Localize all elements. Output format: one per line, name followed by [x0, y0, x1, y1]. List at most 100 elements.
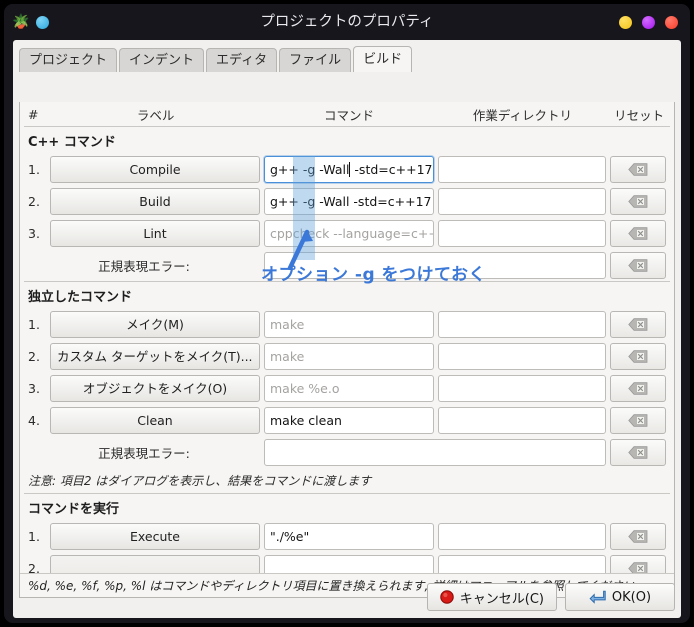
reset-button-make-object[interactable]: [610, 374, 666, 402]
backspace-icon: [628, 226, 648, 240]
command-input-lint[interactable]: cppcheck --language=c++: [264, 219, 434, 247]
table-row: 1. Compile g++ -g -Wall -std=c++17 -: [20, 153, 674, 185]
command-input-compile[interactable]: g++ -g -Wall -std=c++17 -: [264, 155, 434, 183]
directory-input-make-object[interactable]: [438, 374, 606, 402]
section-heading-cpp: C++ コマンド: [28, 135, 116, 150]
row-number: 4.: [28, 412, 40, 428]
row-number: 1.: [28, 316, 40, 332]
row-number: 2.: [28, 348, 40, 364]
column-header-reset: リセット: [614, 107, 665, 123]
reset-button-regex-cpp[interactable]: [610, 251, 666, 279]
maximize-button[interactable]: [642, 15, 655, 29]
row-number: 2.: [28, 193, 40, 209]
command-input-clean[interactable]: make clean: [264, 406, 434, 434]
backspace-icon: [628, 258, 648, 272]
column-header-number: #: [28, 106, 39, 122]
ok-button-label: OK(O): [611, 589, 652, 605]
stop-icon: [440, 590, 454, 604]
column-header-command: コマンド: [324, 107, 375, 123]
text-cursor: [349, 161, 351, 177]
titlebar: 🪴 プロジェクトのプロパティ: [4, 4, 690, 40]
reset-button-clean[interactable]: [610, 406, 666, 434]
enter-arrow-icon: [589, 590, 606, 604]
window-title: プロジェクトのプロパティ: [260, 14, 434, 30]
section-heading-execute: コマンドを実行: [28, 502, 120, 517]
label-button-clean[interactable]: Clean: [50, 406, 260, 434]
row-number: 1.: [28, 161, 40, 177]
regex-error-label-cpp: 正規表現エラー:: [98, 258, 190, 274]
column-header-directory: 作業ディレクトリ: [472, 107, 573, 123]
regex-error-label-independent: 正規表現エラー:: [98, 445, 190, 461]
tab-project[interactable]: プロジェクト: [19, 48, 118, 72]
backspace-icon: [628, 194, 648, 208]
tab-bar: プロジェクト インデント エディタ ファイル ビルド: [19, 46, 681, 72]
label-button-compile[interactable]: Compile: [50, 155, 260, 183]
backspace-icon: [628, 413, 648, 427]
label-button-build[interactable]: Build: [50, 187, 260, 215]
column-header-row: # ラベル コマンド 作業ディレクトリ リセット: [20, 102, 674, 126]
table-row: 2. Build g++ -g -Wall -std=c++17 -: [20, 185, 674, 217]
label-button-execute[interactable]: Execute: [50, 522, 260, 550]
tab-build[interactable]: ビルド: [353, 46, 413, 72]
column-header-label: ラベル: [136, 107, 175, 123]
table-row: 2. カスタム ターゲットをメイク(T)... make: [20, 340, 674, 372]
label-button-make-custom-target[interactable]: カスタム ターゲットをメイク(T)...: [50, 342, 260, 370]
command-input-make[interactable]: make: [264, 310, 434, 338]
reset-button-lint[interactable]: [610, 219, 666, 247]
backspace-icon: [628, 162, 648, 176]
directory-input-compile[interactable]: [438, 155, 606, 183]
table-row: 3. Lint cppcheck --language=c++: [20, 217, 674, 249]
independent-commands-note: 注意: 項目2 はダイアログを表示し、結果をコマンドに渡します: [28, 474, 372, 488]
ok-button[interactable]: OK(O): [565, 583, 675, 611]
label-button-make-object[interactable]: オブジェクトをメイク(O): [50, 374, 260, 402]
dialog-button-bar: キャンセル(C) OK(O): [13, 580, 675, 614]
table-row: 4. Clean make clean: [20, 404, 674, 436]
reset-button-regex-independent[interactable]: [610, 438, 666, 466]
label-button-lint[interactable]: Lint: [50, 219, 260, 247]
tab-indent[interactable]: インデント: [119, 48, 205, 72]
reset-button-build[interactable]: [610, 187, 666, 215]
tab-editor[interactable]: エディタ: [206, 48, 278, 72]
section-heading-independent: 独立したコマンド: [28, 290, 133, 305]
regex-error-row-cpp: 正規表現エラー:: [20, 249, 674, 281]
regex-error-row-independent: 正規表現エラー:: [20, 436, 674, 468]
backspace-icon: [628, 529, 648, 543]
command-input-make-custom-target[interactable]: make: [264, 342, 434, 370]
dialog-window: 🪴 プロジェクトのプロパティ プロジェクト インデント エディタ ファイル ビル…: [4, 4, 690, 623]
directory-input-make[interactable]: [438, 310, 606, 338]
cancel-button-label: キャンセル(C): [459, 591, 544, 607]
table-row: 1. メイク(M) make: [20, 308, 674, 340]
directory-input-execute[interactable]: [438, 522, 606, 550]
row-number: 1.: [28, 528, 40, 544]
command-text: g++ -g -Wall -std=c++17 -: [270, 161, 434, 177]
backspace-icon: [628, 381, 648, 395]
directory-input-lint[interactable]: [438, 219, 606, 247]
regex-error-input-independent[interactable]: [264, 438, 606, 466]
table-row: 1. Execute "./%e": [20, 520, 674, 552]
regex-error-input-cpp[interactable]: [264, 251, 606, 279]
window-controls: [619, 4, 678, 40]
row-number: 3.: [28, 380, 40, 396]
command-input-execute[interactable]: "./%e": [264, 522, 434, 550]
close-button[interactable]: [665, 15, 678, 29]
reset-button-make[interactable]: [610, 310, 666, 338]
cancel-button[interactable]: キャンセル(C): [426, 583, 557, 611]
properties-dialog: プロジェクト インデント エディタ ファイル ビルド # ラベル コマンド 作業…: [13, 40, 681, 618]
reset-button-execute[interactable]: [610, 522, 666, 550]
backspace-icon: [628, 445, 648, 459]
reset-button-compile[interactable]: [610, 155, 666, 183]
command-input-build[interactable]: g++ -g -Wall -std=c++17 -: [264, 187, 434, 215]
directory-input-clean[interactable]: [438, 406, 606, 434]
table-row: 3. オブジェクトをメイク(O) make %e.o: [20, 372, 674, 404]
command-input-make-object[interactable]: make %e.o: [264, 374, 434, 402]
row-number: 3.: [28, 225, 40, 241]
reset-button-make-custom-target[interactable]: [610, 342, 666, 370]
backspace-icon: [628, 349, 648, 363]
minimize-button[interactable]: [619, 15, 632, 29]
backspace-icon: [628, 317, 648, 331]
tab-files[interactable]: ファイル: [279, 48, 352, 72]
label-button-make[interactable]: メイク(M): [50, 310, 260, 338]
build-panel: # ラベル コマンド 作業ディレクトリ リセット C++ コマンド 1. Com…: [19, 102, 675, 598]
directory-input-build[interactable]: [438, 187, 606, 215]
directory-input-make-custom-target[interactable]: [438, 342, 606, 370]
